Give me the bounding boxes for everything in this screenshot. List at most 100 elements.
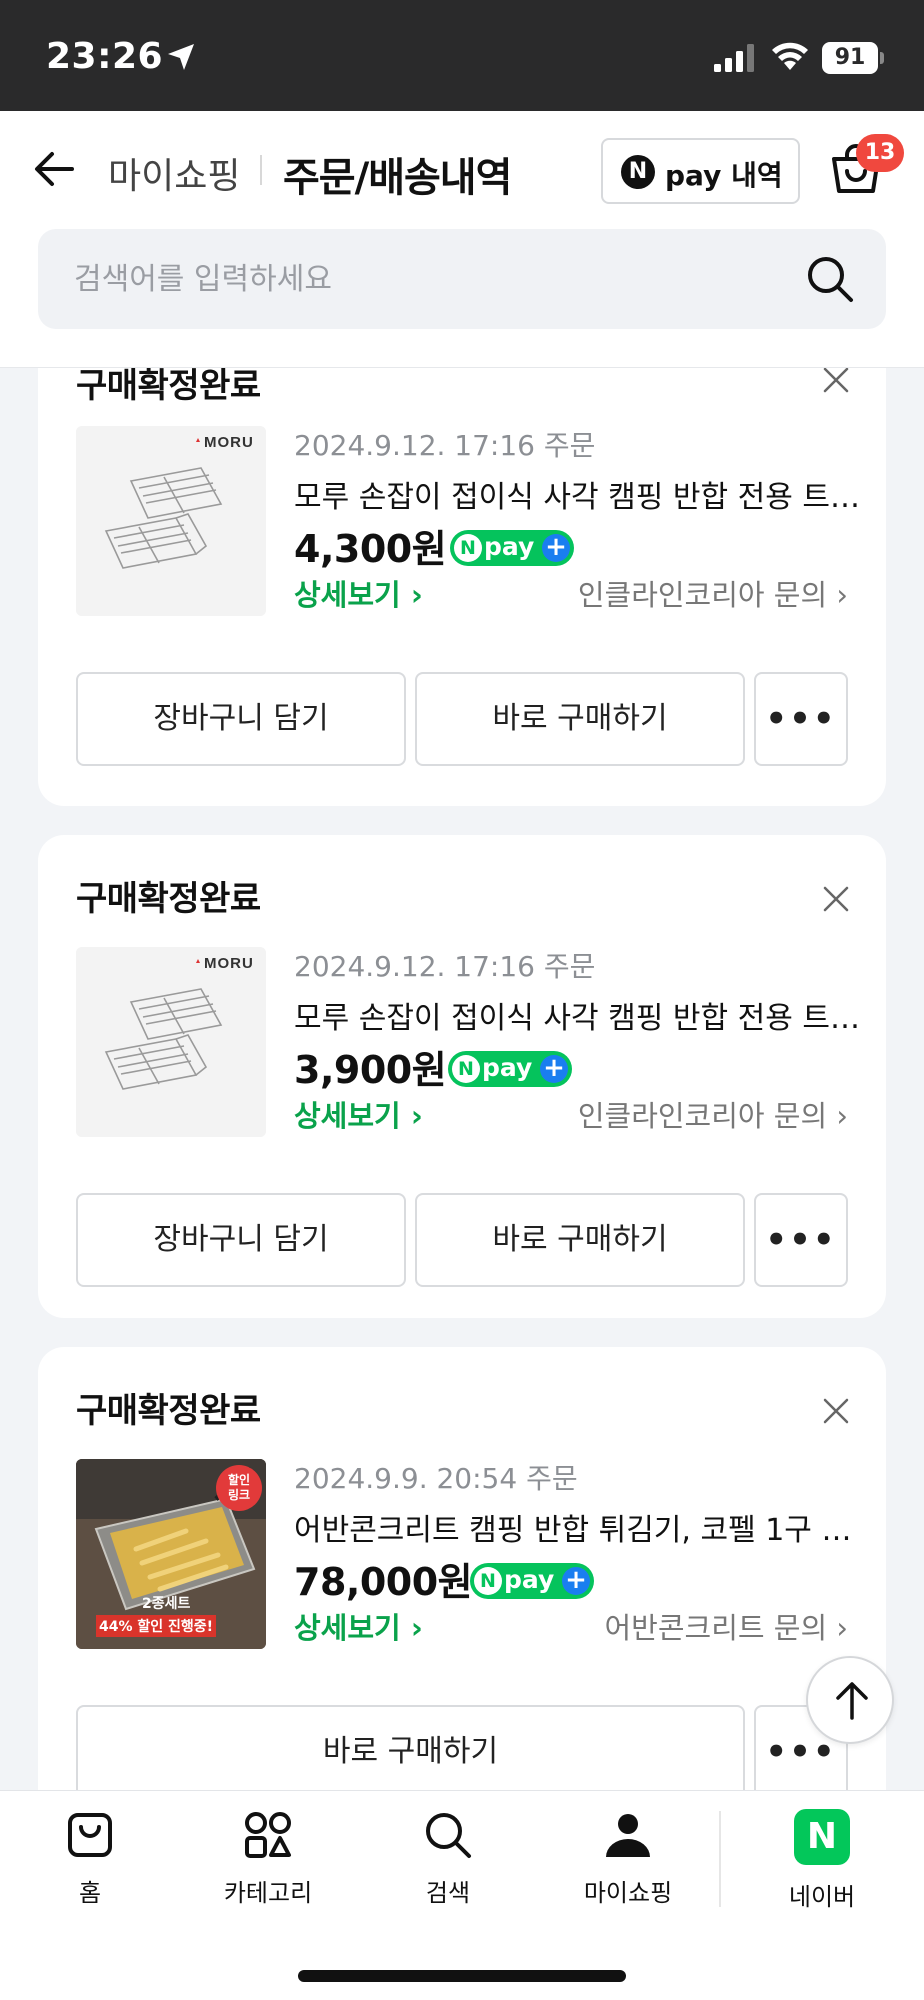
npay-n-icon: N <box>452 1055 480 1083</box>
home-indicator <box>298 1970 626 1982</box>
buy-now-button[interactable]: 바로 구매하기 <box>76 1705 745 1790</box>
detail-link-label: 상세보기 <box>294 578 401 612</box>
npay-n-icon: N <box>454 534 482 562</box>
chevron-right-icon: › <box>410 578 423 612</box>
chevron-right-icon: › <box>836 1099 848 1133</box>
product-thumbnail[interactable]: MORU <box>76 947 266 1137</box>
seller-inquiry-link[interactable]: 인클라인코리아 문의 › <box>578 572 848 614</box>
tab-category-label: 카테고리 <box>223 1879 313 1907</box>
add-to-cart-button[interactable]: 장바구니 담기 <box>76 1193 406 1287</box>
buy-now-button[interactable]: 바로 구매하기 <box>415 1193 745 1287</box>
buy-now-button[interactable]: 바로 구매하기 <box>415 672 745 766</box>
order-date: 2024.9.12. 17:16 주문 <box>294 429 596 462</box>
tab-home[interactable]: 홈 <box>20 1809 160 1929</box>
product-name[interactable]: 모루 손잡이 접이식 사각 캠핑 반합 전용 트레이 <box>294 472 876 516</box>
back-arrow-icon[interactable] <box>32 146 78 192</box>
cellular-signal-icon <box>714 44 754 72</box>
chevron-right-icon: › <box>410 1611 423 1645</box>
breadcrumb-separator <box>260 155 262 185</box>
category-grid-icon <box>245 1812 291 1858</box>
npay-n-icon: N <box>474 1567 502 1595</box>
naver-logo-icon: N <box>794 1809 850 1865</box>
tab-search[interactable]: 검색 <box>378 1809 518 1929</box>
add-to-cart-button[interactable]: 장바구니 담기 <box>76 672 406 766</box>
seller-inquiry-label: 인클라인코리아 문의 <box>577 1099 828 1133</box>
product-name[interactable]: 어반콘크리트 캠핑 반합 튀김기, 코펠 1구 세트 <box>294 1505 876 1549</box>
detail-link[interactable]: 상세보기 › <box>294 1605 423 1647</box>
npay-history-label: pay 내역 <box>665 159 783 192</box>
tab-home-label: 홈 <box>78 1879 102 1907</box>
status-time: 23:26 <box>46 36 164 77</box>
detail-link-label: 상세보기 <box>294 1099 401 1133</box>
scroll-to-top-button[interactable] <box>806 1656 894 1744</box>
detail-link[interactable]: 상세보기 › <box>294 572 423 614</box>
order-card: 구매확정완료 MORU 2024.9.12. 17:16 주문 모루 손잡이 접… <box>38 368 886 806</box>
product-price: 78,000원 <box>294 1560 473 1604</box>
thumbnail-brand: MORU <box>204 955 254 972</box>
search-input[interactable] <box>74 253 774 305</box>
order-status: 구매확정완료 <box>76 368 261 406</box>
seller-inquiry-label: 어반콘크리트 문의 <box>604 1611 828 1645</box>
npay-plus-badge: N pay + <box>450 530 574 566</box>
product-thumbnail[interactable]: 할인 링크 2종세트 44% 할인 진행중! <box>76 1459 266 1649</box>
breadcrumb-myshopping[interactable]: 마이쇼핑 <box>108 147 240 199</box>
npay-plus-badge: N pay + <box>470 1563 594 1599</box>
tab-naver[interactable]: N 네이버 <box>752 1809 892 1929</box>
seller-inquiry-label: 인클라인코리아 문의 <box>577 578 828 612</box>
header: 마이쇼핑 주문/배송내역 N pay 내역 13 <box>0 111 924 368</box>
tray-image-icon <box>76 947 266 1137</box>
person-icon <box>606 1814 650 1857</box>
detail-link-label: 상세보기 <box>294 1611 401 1645</box>
cart-count-badge: 13 <box>856 134 904 172</box>
close-icon[interactable] <box>822 1397 850 1425</box>
more-options-button[interactable]: ••• <box>754 672 848 766</box>
chevron-right-icon: › <box>836 578 848 612</box>
detail-link[interactable]: 상세보기 › <box>294 1093 423 1135</box>
tab-divider <box>719 1811 721 1907</box>
order-card: 구매확정완료 할인 링크 2종세트 44% 할인 진행중! 2024.9.9. … <box>38 1347 886 1790</box>
bottom-tab-bar: 홈 카테고리 검색 마이쇼핑 N 네이버 <box>0 1790 924 2000</box>
product-name[interactable]: 모루 손잡이 접이식 사각 캠핑 반합 전용 트레이 <box>294 993 876 1037</box>
plus-icon: + <box>540 1055 568 1083</box>
thumbnail-brand: MORU <box>204 434 254 451</box>
product-price: 4,300원 <box>294 527 447 571</box>
plus-icon: + <box>562 1567 590 1595</box>
thumbnail-text-discount: 44% 할인 진행중! <box>96 1615 217 1637</box>
search-icon <box>426 1813 471 1858</box>
close-icon[interactable] <box>822 368 850 394</box>
plus-icon: + <box>542 534 570 562</box>
close-icon[interactable] <box>822 885 850 913</box>
thumbnail-text-set: 2종세트 <box>142 1596 191 1612</box>
npay-pay-text: pay <box>484 532 535 561</box>
order-status: 구매확정완료 <box>76 879 261 919</box>
product-thumbnail[interactable]: MORU <box>76 426 266 616</box>
tab-myshopping-label: 마이쇼핑 <box>583 1879 673 1907</box>
npay-pay-text: pay <box>504 1565 555 1594</box>
npay-history-button[interactable]: N pay 내역 <box>601 138 800 204</box>
npay-pay-text: pay <box>482 1053 533 1082</box>
more-options-button[interactable]: ••• <box>754 1193 848 1287</box>
status-bar: 23:26 91 <box>0 0 924 111</box>
chevron-right-icon: › <box>836 1611 848 1645</box>
arrow-up-icon <box>836 1682 868 1720</box>
discount-link-badge: 할인 링크 <box>216 1465 262 1511</box>
tab-naver-label: 네이버 <box>788 1883 856 1911</box>
home-bag-icon <box>68 1813 112 1857</box>
chevron-right-icon: › <box>410 1099 423 1133</box>
order-date: 2024.9.9. 20:54 주문 <box>294 1462 578 1495</box>
order-card: 구매확정완료 MORU 2024.9.12. 17:16 주문 모루 손잡이 접… <box>38 835 886 1318</box>
search-bar <box>38 229 886 329</box>
seller-inquiry-link[interactable]: 인클라인코리아 문의 › <box>578 1093 848 1135</box>
search-icon[interactable] <box>804 253 856 305</box>
tab-myshopping[interactable]: 마이쇼핑 <box>558 1809 698 1929</box>
order-list: 구매확정완료 MORU 2024.9.12. 17:16 주문 모루 손잡이 접… <box>0 368 924 1790</box>
wifi-icon <box>772 42 808 70</box>
tray-image-icon <box>76 426 266 616</box>
seller-inquiry-link[interactable]: 어반콘크리트 문의 › <box>605 1605 849 1647</box>
battery-indicator: 91 <box>822 42 878 74</box>
location-arrow-icon <box>168 44 194 70</box>
battery-nub <box>880 52 884 64</box>
tab-category[interactable]: 카테고리 <box>198 1809 338 1929</box>
page-title: 주문/배송내역 <box>283 155 512 201</box>
order-status: 구매확정완료 <box>76 1391 261 1431</box>
